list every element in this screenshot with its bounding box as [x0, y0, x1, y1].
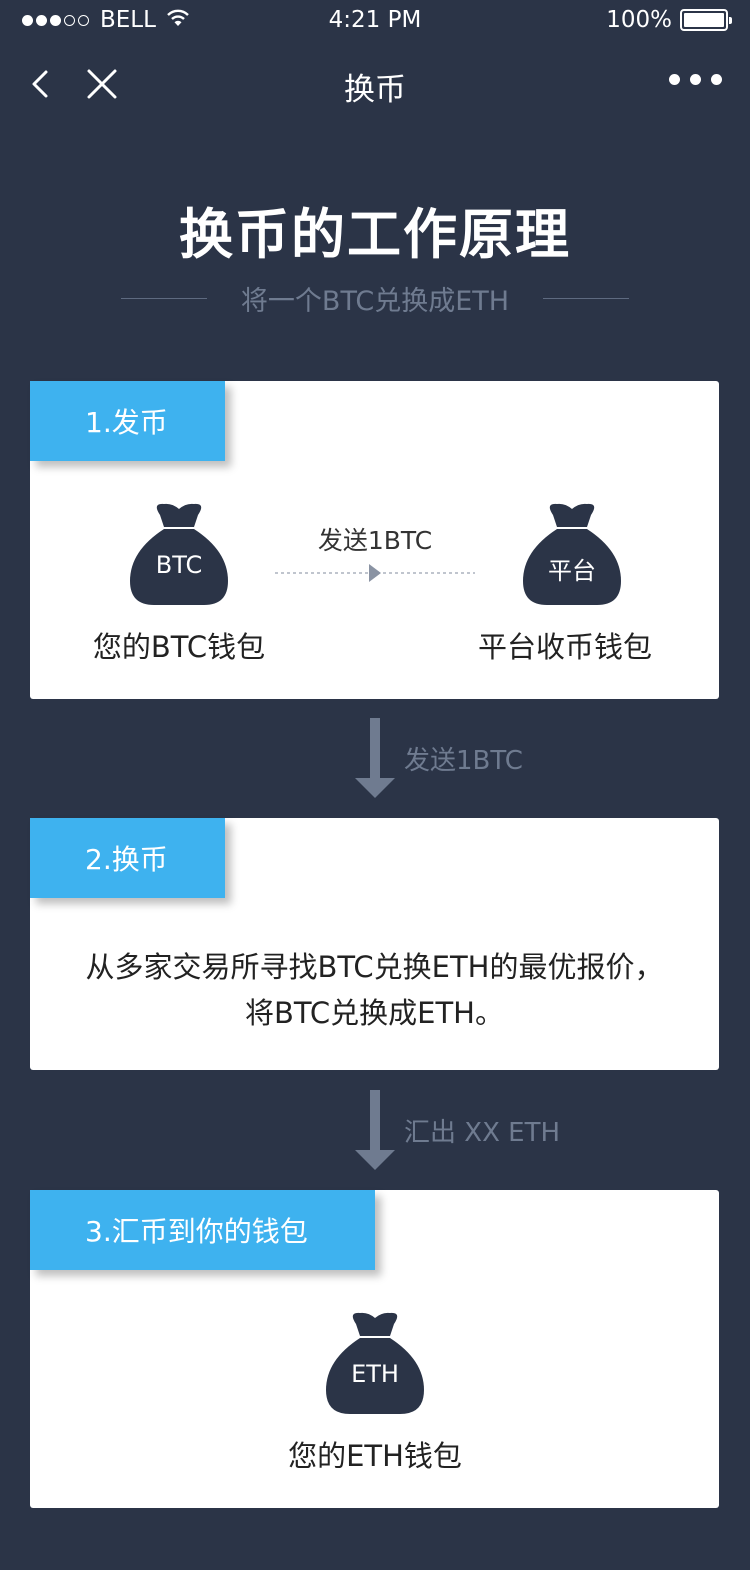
subtitle: 将一个BTC兑换成ETH: [240, 285, 510, 317]
more-horizontal-icon: [669, 74, 680, 85]
arrow-down-icon: [355, 718, 395, 798]
battery-icon: [680, 9, 732, 31]
bag-label: BTC: [155, 551, 203, 579]
battery-percentage: 100%: [606, 7, 672, 33]
divider-line: [120, 297, 207, 299]
description-line: 将BTC兑换成ETH。: [244, 996, 504, 1030]
step-card-exchange: 2.换币 从多家交易所寻找BTC兑换ETH的最优报价， 将BTC兑换成ETH。: [30, 818, 719, 1070]
arrow-right-icon: [275, 564, 475, 582]
step-description: 从多家交易所寻找BTC兑换ETH的最优报价， 将BTC兑换成ETH。: [30, 944, 719, 1036]
bag-label: 平台: [548, 557, 596, 585]
subtitle-row: 将一个BTC兑换成ETH: [0, 280, 750, 317]
flow-label: 汇出 XX ETH: [404, 1118, 561, 1148]
step-card-send: 1.发币 BTC 您的BTC钱包 发送1BTC 平台 平台收币钱包: [30, 381, 719, 699]
money-bag-icon: BTC: [128, 501, 230, 605]
wallet-caption: 您的BTC钱包: [92, 630, 266, 664]
status-bar: BELL 4:21 PM 100%: [0, 0, 750, 40]
step-label: 3.汇币到你的钱包: [30, 1190, 375, 1270]
navigation-bar: 换币: [0, 44, 750, 124]
transfer-indicator: 发送1BTC: [275, 521, 475, 582]
wallet-caption: 您的ETH钱包: [288, 1439, 462, 1473]
transfer-label: 发送1BTC: [317, 526, 433, 555]
more-horizontal-icon: [690, 74, 701, 85]
description-line: 从多家交易所寻找BTC兑换ETH的最优报价，: [85, 950, 664, 984]
money-bag-icon: ETH: [324, 1310, 426, 1414]
bag-label: ETH: [351, 1360, 399, 1388]
arrow-down-icon: [355, 1090, 395, 1170]
more-button[interactable]: [659, 74, 722, 85]
main-heading: 换币的工作原理: [179, 203, 571, 266]
money-bag-icon: 平台: [521, 501, 623, 605]
flow-label: 发送1BTC: [404, 746, 523, 776]
status-bar-right: 100%: [606, 7, 732, 33]
page-title: 换币: [344, 72, 406, 108]
divider-line: [543, 297, 630, 299]
step-label: 1.发币: [30, 381, 225, 461]
step-label: 2.换币: [30, 818, 225, 898]
wallet-caption: 平台收币钱包: [477, 630, 652, 664]
step-card-receive: 3.汇币到你的钱包 ETH 您的ETH钱包: [30, 1190, 719, 1508]
more-horizontal-icon: [711, 74, 722, 85]
